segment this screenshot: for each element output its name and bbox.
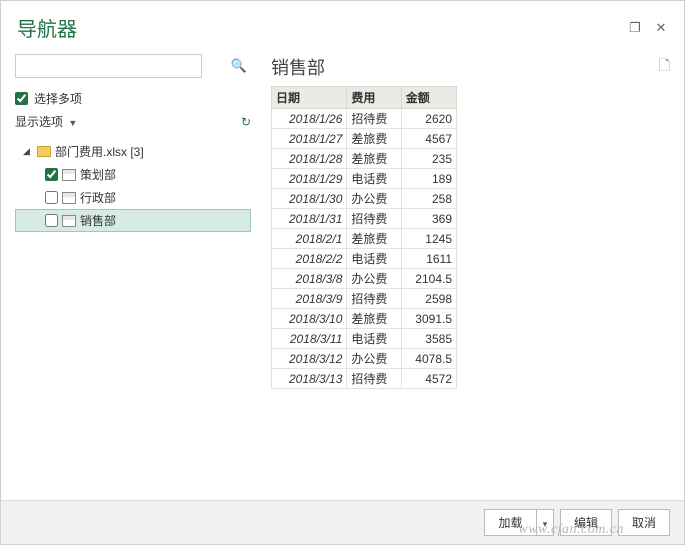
tree-item-checkbox[interactable] [45, 191, 58, 204]
cancel-button[interactable]: 取消 [618, 509, 670, 536]
table-row: 2018/1/31招待费369 [272, 209, 457, 229]
tree-item-checkbox[interactable] [45, 168, 58, 181]
close-icon[interactable]: ✕ [654, 21, 668, 35]
tree-item-checkbox[interactable] [45, 214, 58, 227]
worksheet-icon [62, 169, 76, 181]
table-row: 2018/1/28差旅费235 [272, 149, 457, 169]
worksheet-icon [62, 215, 76, 227]
worksheet-icon [62, 192, 76, 204]
table-row: 2018/3/11电话费3585 [272, 329, 457, 349]
display-options-toggle[interactable]: 显示选项 ▼ [15, 113, 77, 130]
load-button[interactable]: 加载 [484, 509, 536, 536]
table-row: 2018/3/12办公费4078.5 [272, 349, 457, 369]
search-icon[interactable]: 🔍 [231, 58, 247, 74]
search-input[interactable] [15, 54, 202, 78]
preview-title: 销售部 [271, 54, 325, 80]
column-header: 费用 [347, 87, 401, 109]
table-row: 2018/2/1差旅费1245 [272, 229, 457, 249]
tree-item-label: 行政部 [80, 189, 116, 206]
table-row: 2018/3/8办公费2104.5 [272, 269, 457, 289]
chevron-down-icon: ▼ [68, 118, 77, 128]
table-row: 2018/1/29电话费189 [272, 169, 457, 189]
load-dropdown[interactable] [536, 509, 554, 536]
table-row: 2018/3/13招待费4572 [272, 369, 457, 389]
table-row: 2018/1/27差旅费4567 [272, 129, 457, 149]
tree-folder[interactable]: ◢ 部门费用.xlsx [3] [15, 140, 251, 163]
tree-sheet-item[interactable]: 行政部 [15, 186, 251, 209]
tree-sheet-item[interactable]: 销售部 [15, 209, 251, 232]
tree-sheet-item[interactable]: 策划部 [15, 163, 251, 186]
table-row: 2018/1/26招待费2620 [272, 109, 457, 129]
table-row: 2018/3/9招待费2598 [272, 289, 457, 309]
table-row: 2018/2/2电话费1611 [272, 249, 457, 269]
preview-table: 日期费用金额 2018/1/26招待费26202018/1/27差旅费45672… [271, 86, 457, 389]
tree-item-label: 策划部 [80, 166, 116, 183]
edit-button[interactable]: 编辑 [560, 509, 612, 536]
table-row: 2018/1/30办公费258 [272, 189, 457, 209]
preview-refresh-icon[interactable]: 🗋 [659, 55, 670, 79]
dialog-title: 导航器 [17, 13, 628, 42]
select-multiple-input[interactable] [15, 92, 28, 105]
table-row: 2018/3/10差旅费3091.5 [272, 309, 457, 329]
column-header: 日期 [272, 87, 347, 109]
navigation-tree: ◢ 部门费用.xlsx [3] 策划部行政部销售部 [15, 140, 251, 232]
refresh-icon[interactable]: ↻ [241, 115, 251, 129]
tree-folder-label: 部门费用.xlsx [3] [55, 143, 144, 160]
restore-icon[interactable]: ❐ [628, 21, 642, 35]
folder-icon [37, 146, 51, 157]
tree-item-label: 销售部 [80, 212, 116, 229]
collapse-icon[interactable]: ◢ [23, 146, 33, 157]
select-multiple-checkbox[interactable]: 选择多项 [15, 90, 251, 107]
select-multiple-label: 选择多项 [34, 90, 82, 107]
column-header: 金额 [401, 87, 456, 109]
